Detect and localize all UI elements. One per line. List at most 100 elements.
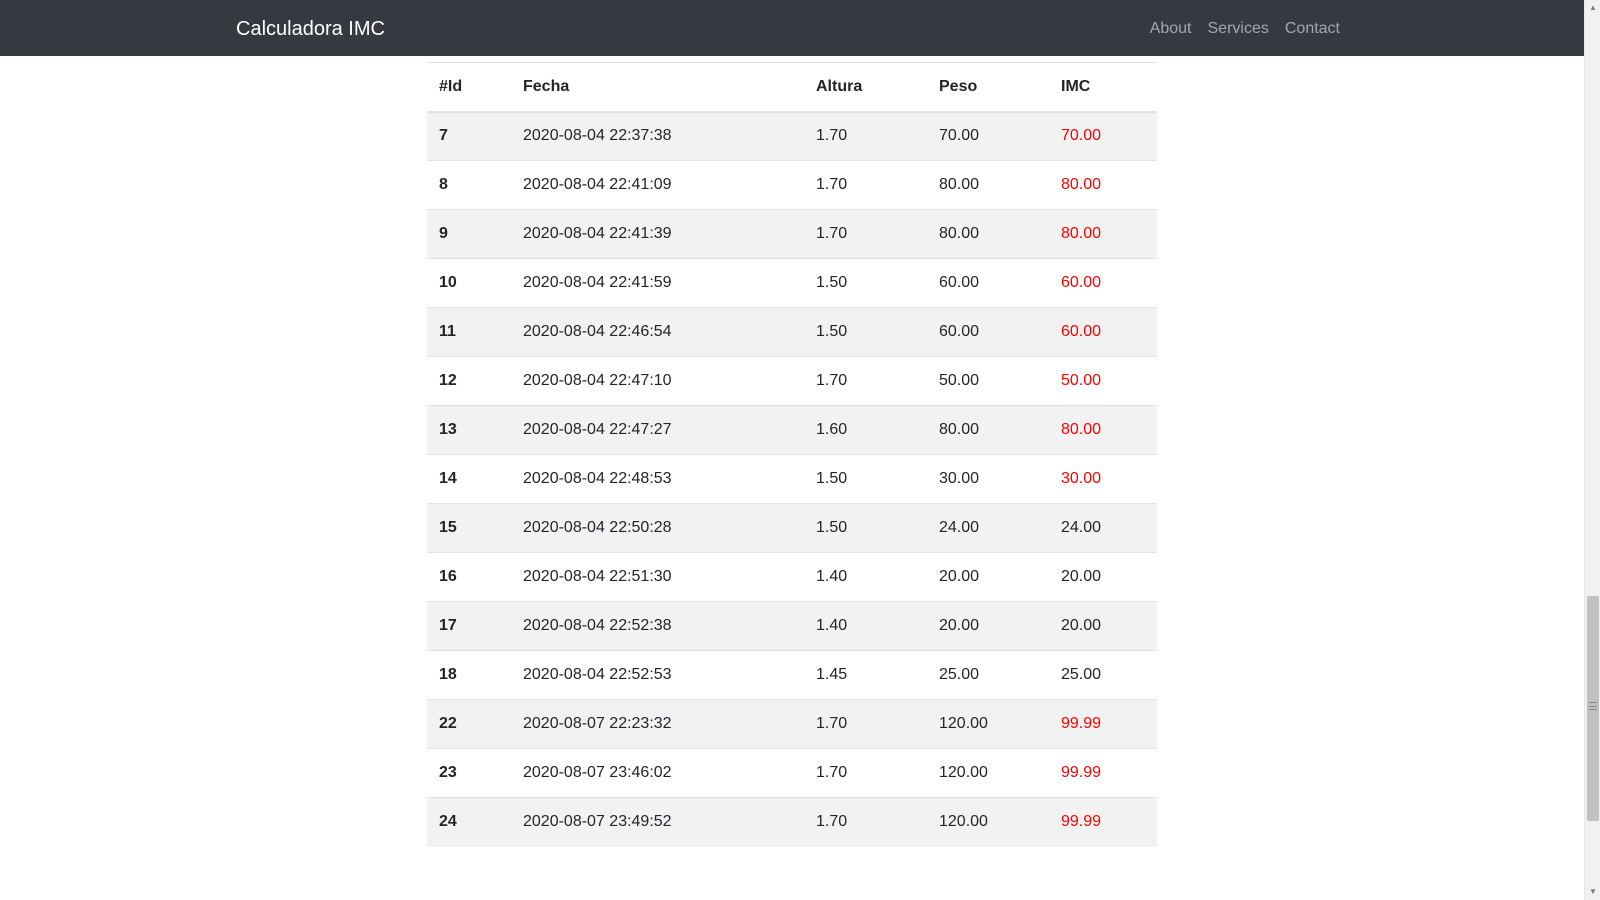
cell-peso: 50.00 xyxy=(927,356,1049,406)
nav-link-about[interactable]: About xyxy=(1150,19,1192,39)
nav-links: About Services Contact xyxy=(1150,19,1340,39)
table-row: 13 2020-08-04 22:47:27 1.60 80.00 80.00 xyxy=(427,405,1157,455)
cell-peso: 70.00 xyxy=(927,111,1049,161)
cell-altura: 1.70 xyxy=(804,699,927,749)
cell-peso: 30.00 xyxy=(927,454,1049,504)
table-body: 7 2020-08-04 22:37:38 1.70 70.00 70.00 8 2020-… xyxy=(427,111,1157,847)
cell-altura: 1.60 xyxy=(804,405,927,455)
cell-imc: 20.00 xyxy=(1049,552,1157,602)
cell-imc: 30.00 xyxy=(1049,454,1157,504)
cell-peso: 24.00 xyxy=(927,503,1049,553)
cell-id: 10 xyxy=(427,258,511,308)
cell-altura: 1.70 xyxy=(804,111,927,161)
cell-imc: 50.00 xyxy=(1049,356,1157,406)
cell-fecha: 2020-08-04 22:37:38 xyxy=(511,111,804,161)
cell-imc: 99.99 xyxy=(1049,797,1157,847)
cell-id: 15 xyxy=(427,503,511,553)
cell-id: 11 xyxy=(427,307,511,357)
cell-fecha: 2020-08-04 22:52:53 xyxy=(511,650,804,700)
cell-fecha: 2020-08-07 23:49:52 xyxy=(511,797,804,847)
cell-peso: 120.00 xyxy=(927,699,1049,749)
cell-peso: 20.00 xyxy=(927,601,1049,651)
cell-imc: 99.99 xyxy=(1049,699,1157,749)
table-row: 14 2020-08-04 22:48:53 1.50 30.00 30.00 xyxy=(427,454,1157,504)
table-row: 17 2020-08-04 22:52:38 1.40 20.00 20.00 xyxy=(427,601,1157,651)
cell-peso: 60.00 xyxy=(927,307,1049,357)
top-navbar: Calculadora IMC About Services Contact xyxy=(0,0,1584,56)
cell-fecha: 2020-08-04 22:41:09 xyxy=(511,160,804,210)
imc-history-table-container: #Id Fecha Altura Peso IMC 7 2020-08-04 22… xyxy=(427,62,1157,847)
cell-altura: 1.40 xyxy=(804,601,927,651)
cell-fecha: 2020-08-07 23:46:02 xyxy=(511,748,804,798)
column-header-altura: Altura xyxy=(804,62,927,113)
cell-peso: 25.00 xyxy=(927,650,1049,700)
nav-link-contact[interactable]: Contact xyxy=(1285,19,1340,39)
cell-fecha: 2020-08-04 22:41:39 xyxy=(511,209,804,259)
imc-history-table: #Id Fecha Altura Peso IMC 7 2020-08-04 22… xyxy=(427,62,1157,847)
cell-peso: 120.00 xyxy=(927,797,1049,847)
cell-fecha: 2020-08-04 22:47:10 xyxy=(511,356,804,406)
cell-peso: 80.00 xyxy=(927,209,1049,259)
cell-id: 9 xyxy=(427,209,511,259)
table-row: 10 2020-08-04 22:41:59 1.50 60.00 60.00 xyxy=(427,258,1157,308)
scroll-up-arrow-icon[interactable]: ▲ xyxy=(1585,0,1600,16)
cell-id: 23 xyxy=(427,748,511,798)
cell-id: 22 xyxy=(427,699,511,749)
cell-id: 12 xyxy=(427,356,511,406)
cell-altura: 1.70 xyxy=(804,209,927,259)
cell-altura: 1.70 xyxy=(804,748,927,798)
table-row: 12 2020-08-04 22:47:10 1.70 50.00 50.00 xyxy=(427,356,1157,406)
cell-fecha: 2020-08-04 22:46:54 xyxy=(511,307,804,357)
cell-fecha: 2020-08-04 22:47:27 xyxy=(511,405,804,455)
brand-link[interactable]: Calculadora IMC xyxy=(236,17,385,41)
cell-imc: 24.00 xyxy=(1049,503,1157,553)
cell-peso: 80.00 xyxy=(927,160,1049,210)
nav-link-services[interactable]: Services xyxy=(1208,19,1269,39)
table-row: 7 2020-08-04 22:37:38 1.70 70.00 70.00 xyxy=(427,111,1157,161)
cell-imc: 99.99 xyxy=(1049,748,1157,798)
cell-fecha: 2020-08-04 22:51:30 xyxy=(511,552,804,602)
cell-altura: 1.50 xyxy=(804,503,927,553)
cell-altura: 1.50 xyxy=(804,307,927,357)
vertical-scrollbar[interactable]: ▲ ▼ xyxy=(1584,0,1600,900)
cell-imc: 60.00 xyxy=(1049,258,1157,308)
cell-imc: 80.00 xyxy=(1049,160,1157,210)
cell-imc: 80.00 xyxy=(1049,405,1157,455)
cell-id: 18 xyxy=(427,650,511,700)
cell-peso: 80.00 xyxy=(927,405,1049,455)
cell-id: 14 xyxy=(427,454,511,504)
cell-id: 24 xyxy=(427,797,511,847)
cell-fecha: 2020-08-04 22:50:28 xyxy=(511,503,804,553)
scroll-down-arrow-icon[interactable]: ▼ xyxy=(1585,884,1600,900)
cell-id: 7 xyxy=(427,111,511,161)
table-row: 8 2020-08-04 22:41:09 1.70 80.00 80.00 xyxy=(427,160,1157,210)
column-header-fecha: Fecha xyxy=(511,62,804,113)
cell-altura: 1.50 xyxy=(804,454,927,504)
column-header-peso: Peso xyxy=(927,62,1049,113)
table-header: #Id Fecha Altura Peso IMC xyxy=(427,62,1157,113)
cell-altura: 1.70 xyxy=(804,356,927,406)
cell-altura: 1.50 xyxy=(804,258,927,308)
cell-peso: 120.00 xyxy=(927,748,1049,798)
cell-id: 16 xyxy=(427,552,511,602)
table-row: 11 2020-08-04 22:46:54 1.50 60.00 60.00 xyxy=(427,307,1157,357)
cell-altura: 1.70 xyxy=(804,160,927,210)
column-header-imc: IMC xyxy=(1049,62,1157,113)
cell-peso: 60.00 xyxy=(927,258,1049,308)
table-row: 9 2020-08-04 22:41:39 1.70 80.00 80.00 xyxy=(427,209,1157,259)
cell-altura: 1.70 xyxy=(804,797,927,847)
scrollbar-thumb[interactable] xyxy=(1587,596,1599,821)
cell-imc: 70.00 xyxy=(1049,111,1157,161)
cell-id: 17 xyxy=(427,601,511,651)
cell-imc: 20.00 xyxy=(1049,601,1157,651)
cell-imc: 25.00 xyxy=(1049,650,1157,700)
cell-altura: 1.40 xyxy=(804,552,927,602)
cell-altura: 1.45 xyxy=(804,650,927,700)
cell-peso: 20.00 xyxy=(927,552,1049,602)
cell-fecha: 2020-08-04 22:48:53 xyxy=(511,454,804,504)
table-row: 18 2020-08-04 22:52:53 1.45 25.00 25.00 xyxy=(427,650,1157,700)
table-row: 15 2020-08-04 22:50:28 1.50 24.00 24.00 xyxy=(427,503,1157,553)
cell-imc: 80.00 xyxy=(1049,209,1157,259)
table-row: 16 2020-08-04 22:51:30 1.40 20.00 20.00 xyxy=(427,552,1157,602)
cell-fecha: 2020-08-07 22:23:32 xyxy=(511,699,804,749)
